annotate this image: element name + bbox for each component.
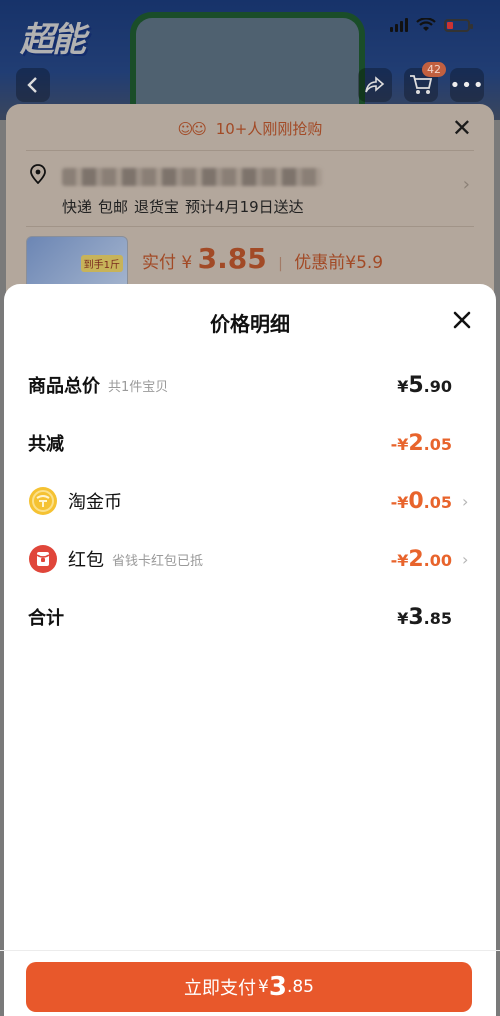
row-label: 红包 xyxy=(68,550,104,571)
pay-button-label: 立即支付 xyxy=(184,978,257,999)
location-pin-icon xyxy=(30,164,46,184)
blurred-address xyxy=(62,168,322,186)
status-bar xyxy=(390,18,473,32)
battery-low-charging-icon xyxy=(444,18,473,32)
row-sub: 共1件宝贝 xyxy=(108,379,169,395)
chevron-left-icon xyxy=(27,77,37,93)
more-dots-icon: ••• xyxy=(449,74,485,96)
row-goods-total: 商品总价 共1件宝贝 ¥5.90 xyxy=(28,370,472,400)
cart-icon xyxy=(410,75,433,94)
product-frame xyxy=(130,12,365,112)
order-card-close-button[interactable]: ✕ xyxy=(452,114,472,142)
row-label: 商品总价 xyxy=(28,376,100,397)
row-amount: -¥ 2.05 xyxy=(390,430,452,456)
pay-now-button[interactable]: 立即支付 ¥3.85 xyxy=(26,962,472,1012)
back-button[interactable] xyxy=(16,68,50,102)
chevron-right-icon: › xyxy=(462,549,469,569)
row-total-discount: 共减 -¥ 2.05 xyxy=(28,428,472,458)
share-button[interactable] xyxy=(358,68,392,102)
row-taojinbi[interactable]: 淘金币 -¥ 0.05 › xyxy=(28,486,472,516)
rush-purchase-banner: ☺☺ 10+人刚刚抢购 xyxy=(177,120,323,138)
row-label: 淘金币 xyxy=(68,492,122,513)
row-amount: -¥ 2.00 xyxy=(390,546,452,572)
buyer-avatars-icon: ☺☺ xyxy=(177,120,207,138)
wifi-icon xyxy=(416,18,436,31)
sheet-title: 价格明细 xyxy=(210,312,290,336)
row-amount: -¥ 0.05 xyxy=(390,488,452,514)
signal-icon xyxy=(390,18,408,32)
price-detail-sheet: 价格明细 商品总价 共1件宝贝 ¥5.90 共减 -¥ 2.05 淘金币 -¥ 0.… xyxy=(4,284,496,1016)
thumbnail-tag: 到手1斤 xyxy=(80,255,123,272)
more-button[interactable]: ••• xyxy=(450,68,484,102)
paid-price: 实付 ¥ 3.85 | 优惠前¥5.9 xyxy=(142,242,384,275)
chevron-right-icon: › xyxy=(462,174,470,195)
cart-count-badge: 42 xyxy=(422,62,446,77)
shipping-info: 快递 包邮 退货宝 预计4月19日送达 xyxy=(62,198,304,216)
share-icon xyxy=(365,76,385,93)
cart-button[interactable]: 42 xyxy=(404,62,446,102)
row-sub: 省钱卡红包已抵 xyxy=(112,553,204,569)
pay-bar-divider xyxy=(0,950,500,951)
red-envelope-icon xyxy=(29,545,57,573)
row-amount: ¥3.85 xyxy=(397,604,452,630)
row-red-envelope[interactable]: 红包 省钱卡红包已抵 -¥ 2.00 › xyxy=(28,544,472,574)
gold-coin-icon xyxy=(29,487,57,515)
row-label: 共减 xyxy=(28,434,64,455)
address-row[interactable]: 快递 包邮 退货宝 预计4月19日送达 › xyxy=(26,162,474,222)
brand-logo: 超能 xyxy=(20,20,86,60)
row-amount: ¥5.90 xyxy=(397,372,452,398)
row-grand-total: 合计 ¥3.85 xyxy=(28,602,472,632)
row-label: 合计 xyxy=(28,608,64,629)
close-icon[interactable] xyxy=(452,310,472,330)
chevron-right-icon: › xyxy=(462,491,469,511)
